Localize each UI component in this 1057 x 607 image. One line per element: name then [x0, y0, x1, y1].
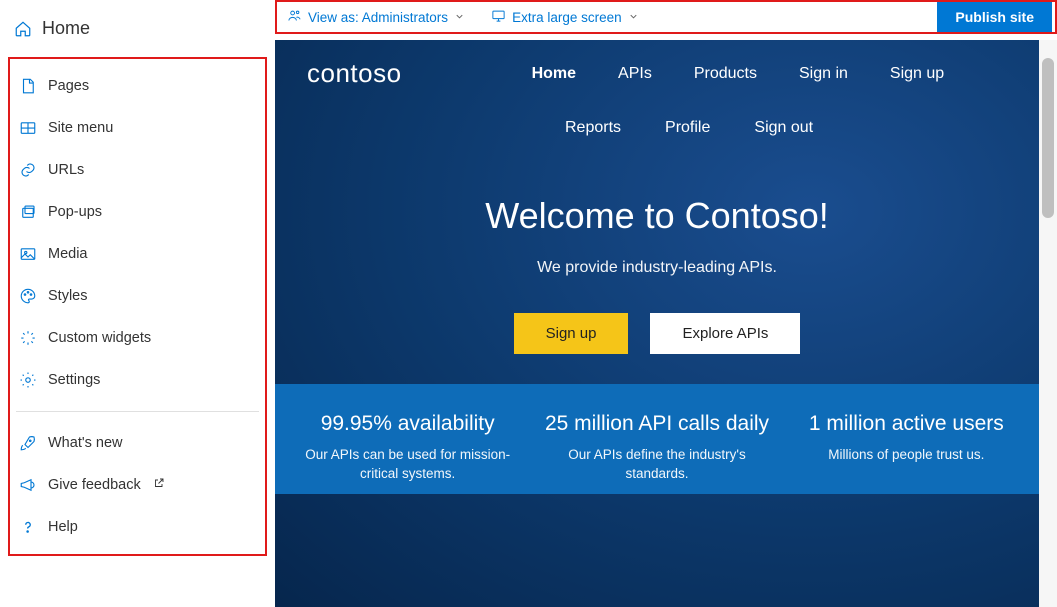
sidebar-item-label: Pages [48, 78, 89, 94]
sidebar-item-label: Site menu [48, 120, 113, 136]
nav-row-1: Home APIs Products Sign in Sign up [532, 65, 945, 83]
sidebar-item-widgets[interactable]: Custom widgets [10, 317, 265, 359]
nav-products[interactable]: Products [694, 65, 757, 83]
signup-button[interactable]: Sign up [514, 313, 629, 354]
chevron-down-icon [454, 10, 465, 25]
nav-signup[interactable]: Sign up [890, 65, 944, 83]
explore-apis-button[interactable]: Explore APIs [650, 313, 800, 354]
nav-home[interactable]: Home [532, 65, 576, 83]
sidebar-item-label: Media [48, 246, 88, 262]
stat-sub: Our APIs define the industry's standards… [540, 446, 773, 484]
hero-subtitle: We provide industry-leading APIs. [295, 259, 1019, 277]
popup-icon [18, 203, 38, 221]
stats-row: 99.95% availability Our APIs can be used… [275, 384, 1039, 494]
media-icon [18, 245, 38, 263]
palette-icon [18, 287, 38, 305]
person-view-icon [287, 8, 302, 26]
stat-title: 99.95% availability [291, 412, 524, 436]
sidebar-item-media[interactable]: Media [10, 233, 265, 275]
page-icon [18, 77, 38, 95]
sidebar-item-feedback[interactable]: Give feedback [10, 464, 265, 506]
site-nav: contoso Home APIs Products Sign in Sign … [275, 40, 1039, 137]
sidebar-item-label: URLs [48, 162, 84, 178]
sidebar-item-styles[interactable]: Styles [10, 275, 265, 317]
sidebar: Home Pages Site menu URLs Pop-ups Media … [0, 0, 275, 607]
sidebar-item-label: Give feedback [48, 477, 141, 493]
screensize-label: Extra large screen [512, 10, 622, 25]
main: View as: Administrators Extra large scre… [275, 0, 1057, 607]
stat-users: 1 million active users Millions of peopl… [790, 412, 1023, 484]
sidebar-group: Pages Site menu URLs Pop-ups Media Style… [8, 57, 267, 556]
nav-signin[interactable]: Sign in [799, 65, 848, 83]
widget-icon [18, 329, 38, 347]
publish-button[interactable]: Publish site [937, 2, 1052, 32]
menu-icon [18, 119, 38, 137]
screensize-dropdown[interactable]: Extra large screen [483, 8, 639, 26]
brand-logo[interactable]: contoso [307, 58, 402, 89]
divider [16, 411, 259, 412]
nav-signout[interactable]: Sign out [754, 119, 813, 137]
megaphone-icon [18, 476, 38, 494]
stat-title: 1 million active users [790, 412, 1023, 436]
nav-reports[interactable]: Reports [565, 119, 621, 137]
sidebar-item-sitemenu[interactable]: Site menu [10, 107, 265, 149]
home-icon [14, 20, 32, 38]
stat-sub: Millions of people trust us. [790, 446, 1023, 465]
viewas-label: View as: Administrators [308, 10, 448, 25]
sidebar-item-label: Help [48, 519, 78, 535]
page-title: Home [42, 18, 90, 39]
topbar: View as: Administrators Extra large scre… [275, 0, 1057, 34]
monitor-icon [491, 8, 506, 26]
nav-profile[interactable]: Profile [665, 119, 710, 137]
hero: Welcome to Contoso! We provide industry-… [275, 137, 1039, 384]
hero-buttons: Sign up Explore APIs [295, 313, 1019, 354]
sidebar-item-pages[interactable]: Pages [10, 65, 265, 107]
stat-title: 25 million API calls daily [540, 412, 773, 436]
scrollbar[interactable] [1039, 40, 1057, 607]
help-icon [18, 518, 38, 536]
sidebar-item-popups[interactable]: Pop-ups [10, 191, 265, 233]
publish-label: Publish site [955, 9, 1034, 25]
stat-sub: Our APIs can be used for mission-critica… [291, 446, 524, 484]
link-icon [18, 161, 38, 179]
hero-title: Welcome to Contoso! [295, 195, 1019, 237]
sidebar-item-settings[interactable]: Settings [10, 359, 265, 401]
preview-frame: contoso Home APIs Products Sign in Sign … [275, 40, 1039, 607]
sidebar-item-label: Settings [48, 372, 100, 388]
sidebar-item-help[interactable]: Help [10, 506, 265, 548]
scrollbar-thumb[interactable] [1042, 58, 1054, 218]
stat-apicalls: 25 million API calls daily Our APIs defi… [540, 412, 773, 484]
stat-availability: 99.95% availability Our APIs can be used… [291, 412, 524, 484]
viewas-dropdown[interactable]: View as: Administrators [279, 8, 465, 26]
sidebar-item-urls[interactable]: URLs [10, 149, 265, 191]
gear-icon [18, 371, 38, 389]
external-link-icon [153, 477, 165, 493]
rocket-icon [18, 434, 38, 452]
nav-row-2: Reports Profile Sign out [307, 89, 1015, 137]
sidebar-item-whatsnew[interactable]: What's new [10, 422, 265, 464]
sidebar-item-label: Custom widgets [48, 330, 151, 346]
sidebar-item-label: Pop-ups [48, 204, 102, 220]
sidebar-item-label: What's new [48, 435, 123, 451]
sidebar-item-label: Styles [48, 288, 88, 304]
preview-wrap: contoso Home APIs Products Sign in Sign … [275, 40, 1057, 607]
home-header[interactable]: Home [0, 12, 275, 53]
nav-apis[interactable]: APIs [618, 65, 652, 83]
chevron-down-icon [628, 10, 639, 25]
